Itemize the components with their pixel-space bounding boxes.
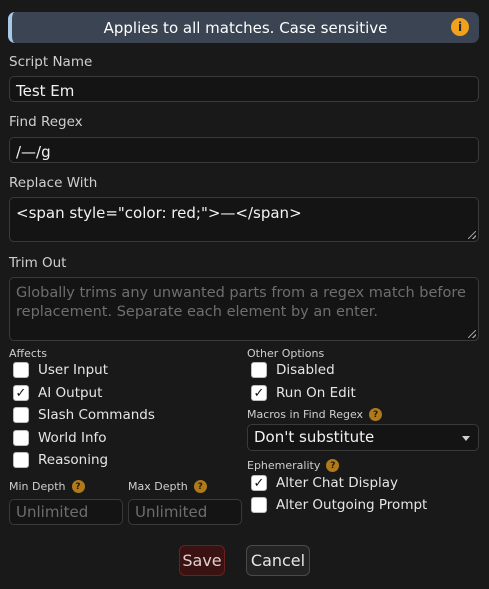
chevron-down-icon <box>462 436 470 441</box>
ephemerality-label: Ephemerality ? <box>247 459 340 472</box>
find-regex-input[interactable]: /—/g <box>9 137 479 163</box>
trim-out-placeholder: Globally trims any unwanted parts from a… <box>16 285 466 320</box>
help-icon[interactable]: ? <box>326 459 340 472</box>
regex-editor-dialog: Applies to all matches. Case sensitive i… <box>0 0 489 589</box>
info-icon[interactable]: i <box>451 18 469 36</box>
replace-with-value: <span style="color: red;">—</span> <box>16 204 302 222</box>
min-depth-label: Min Depth ? <box>9 480 85 493</box>
checkbox-checked-icon[interactable]: ✓ <box>251 385 267 401</box>
min-depth-label-text: Min Depth <box>9 480 66 493</box>
checkbox-label: Alter Outgoing Prompt <box>276 497 428 513</box>
checkbox-label: User Input <box>38 362 109 378</box>
other-options-label: Other Options <box>247 347 324 360</box>
info-banner-text: Applies to all matches. Case sensitive <box>103 18 388 37</box>
replace-with-label: Replace With <box>9 175 98 191</box>
max-depth-label-text: Max Depth <box>128 480 188 493</box>
save-button[interactable]: Save <box>179 545 225 576</box>
checkbox-label: World Info <box>38 430 107 446</box>
checkbox-alter-chat-display[interactable]: ✓ Alter Chat Display <box>251 475 398 491</box>
help-icon[interactable]: ? <box>71 480 85 493</box>
checkbox-user-input[interactable]: User Input <box>13 362 108 378</box>
checkbox-icon[interactable] <box>13 452 29 468</box>
replace-with-textarea[interactable]: <span style="color: red;">—</span> <box>9 197 479 242</box>
checkbox-label: Alter Chat Display <box>276 475 399 491</box>
help-icon[interactable]: ? <box>193 480 207 493</box>
checkbox-world-info[interactable]: World Info <box>13 430 107 446</box>
affects-label-text: Affects <box>9 347 47 360</box>
trim-out-textarea[interactable]: Globally trims any unwanted parts from a… <box>9 277 479 341</box>
script-name-label: Script Name <box>9 54 93 70</box>
macros-label: Macros in Find Regex ? <box>247 408 383 421</box>
checkbox-reasoning[interactable]: Reasoning <box>13 452 108 468</box>
macros-selected-value: Don't substitute <box>254 428 375 446</box>
other-options-label-text: Other Options <box>247 347 325 360</box>
help-icon[interactable]: ? <box>369 408 383 421</box>
checkbox-label: Disabled <box>276 362 335 378</box>
max-depth-label: Max Depth ? <box>128 480 207 493</box>
checkbox-disabled[interactable]: Disabled <box>251 362 335 378</box>
macros-select[interactable]: Don't substitute <box>247 424 479 451</box>
script-name-input[interactable]: Test Em <box>9 76 479 102</box>
checkbox-icon[interactable] <box>13 407 29 423</box>
info-banner: Applies to all matches. Case sensitive i <box>8 12 479 43</box>
checkbox-slash-commands[interactable]: Slash Commands <box>13 407 155 423</box>
find-regex-label: Find Regex <box>9 114 83 130</box>
checkbox-ai-output[interactable]: ✓ AI Output <box>13 385 102 401</box>
checkbox-run-on-edit[interactable]: ✓ Run On Edit <box>251 385 356 401</box>
checkbox-checked-icon[interactable]: ✓ <box>13 385 29 401</box>
max-depth-input[interactable]: Unlimited <box>128 499 242 525</box>
checkbox-icon[interactable] <box>251 497 267 513</box>
ephemerality-label-text: Ephemerality <box>247 459 321 472</box>
checkbox-label: Reasoning <box>38 452 109 468</box>
checkbox-label: AI Output <box>38 385 103 401</box>
resize-handle-icon[interactable] <box>468 330 476 338</box>
checkbox-label: Slash Commands <box>38 407 155 423</box>
checkbox-icon[interactable] <box>251 362 267 378</box>
min-depth-input[interactable]: Unlimited <box>9 499 123 525</box>
checkbox-icon[interactable] <box>13 430 29 446</box>
checkbox-alter-outgoing-prompt[interactable]: Alter Outgoing Prompt <box>251 497 427 513</box>
checkbox-label: Run On Edit <box>276 385 356 401</box>
checkbox-icon[interactable] <box>13 362 29 378</box>
checkbox-checked-icon[interactable]: ✓ <box>251 475 267 491</box>
affects-label: Affects <box>9 347 47 360</box>
trim-out-label: Trim Out <box>9 255 67 271</box>
cancel-button[interactable]: Cancel <box>246 545 310 576</box>
resize-handle-icon[interactable] <box>468 231 476 239</box>
macros-label-text: Macros in Find Regex <box>247 408 364 421</box>
